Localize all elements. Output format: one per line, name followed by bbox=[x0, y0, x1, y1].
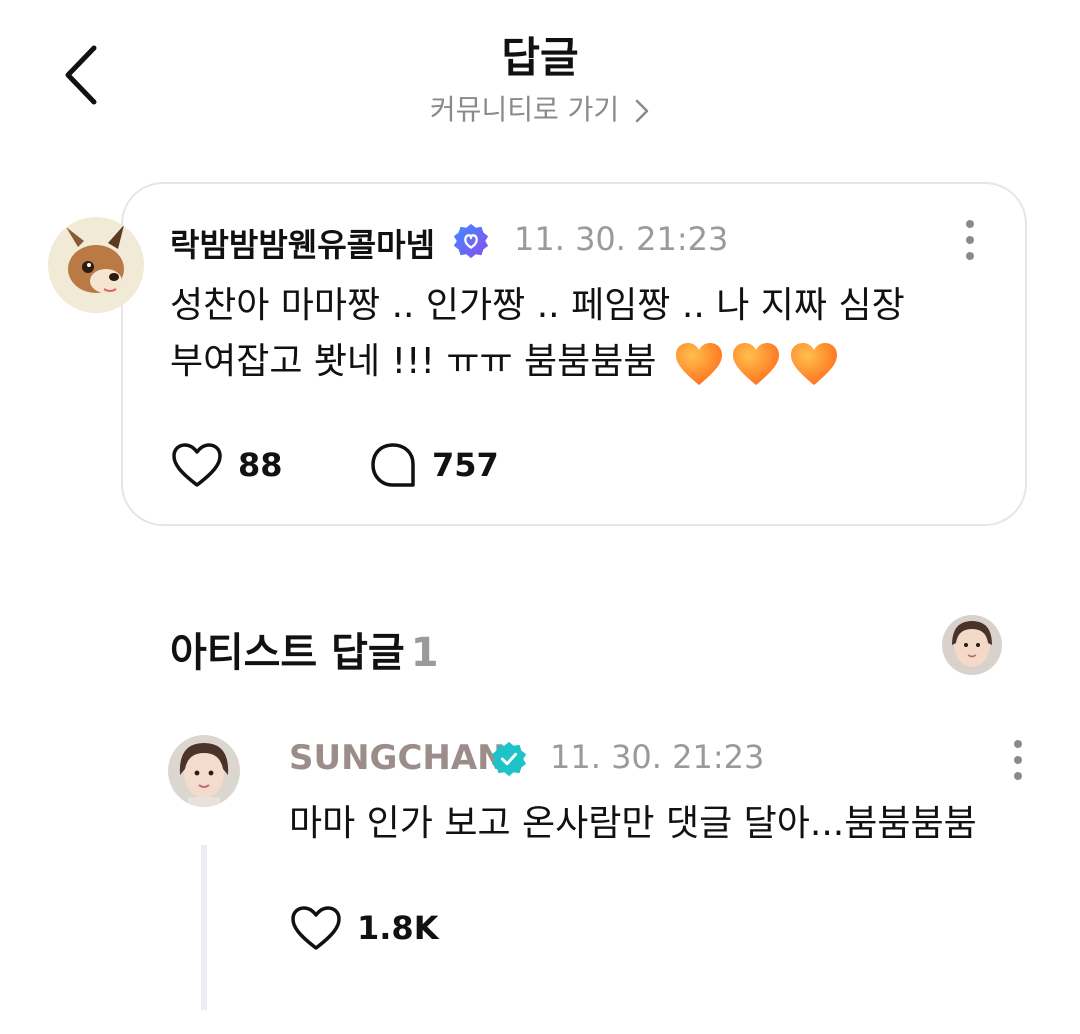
post-like-button[interactable]: 88 bbox=[170, 440, 283, 490]
go-to-community-link[interactable]: 커뮤니티로 가기 bbox=[0, 88, 1080, 128]
heart-emoji bbox=[675, 343, 722, 385]
post-more-options-button[interactable] bbox=[960, 218, 980, 262]
thread-line bbox=[201, 845, 207, 1010]
reply-author-avatar[interactable] bbox=[168, 735, 240, 807]
chevron-right-icon bbox=[635, 99, 649, 123]
artist-photo-image bbox=[168, 735, 240, 807]
reply-author-name[interactable]: SUNGCHAN bbox=[289, 738, 506, 778]
post-like-count: 88 bbox=[238, 446, 283, 484]
post-body-line-1: 성찬아 마마짱 .. 인가짱 .. 페임짱 .. 나 지짜 심장 bbox=[170, 285, 905, 326]
verified-badge-icon bbox=[453, 223, 489, 259]
reply-like-count: 1.8K bbox=[357, 909, 439, 947]
orange-hearts-emoji: 🧡🧡🧡 bbox=[674, 335, 837, 391]
reply-like-button[interactable]: 1.8K bbox=[289, 903, 438, 953]
artist-replies-heading: 아티스트 답글 1 bbox=[170, 620, 439, 678]
fawn-avatar-image bbox=[48, 217, 144, 313]
reply-more-options-button[interactable] bbox=[1008, 738, 1028, 782]
heart-emoji bbox=[790, 343, 837, 385]
post-body-line-2: 부여잡고 봣네 !!! ㅠㅠ 붐붐붐붐 🧡🧡🧡 bbox=[170, 334, 990, 391]
post-author-avatar[interactable] bbox=[48, 217, 144, 313]
artist-photo-image bbox=[942, 615, 1002, 675]
community-link-label: 커뮤니티로 가기 bbox=[429, 93, 620, 126]
artist-avatar-small[interactable] bbox=[942, 615, 1002, 675]
page-title: 답글 bbox=[501, 33, 579, 82]
artist-replies-count: 1 bbox=[410, 630, 439, 676]
post-timestamp: 11. 30. 21:23 bbox=[514, 220, 729, 258]
post-reply-button[interactable]: 757 bbox=[368, 440, 499, 490]
speech-bubble-icon bbox=[371, 443, 415, 487]
post-body: 성찬아 마마짱 .. 인가짱 .. 페임짱 .. 나 지짜 심장 부여잡고 봣네… bbox=[170, 278, 990, 391]
reply-body: 마마 인가 보고 온사람만 댓글 달아...붐붐붐붐 bbox=[289, 803, 977, 844]
more-vertical-icon bbox=[966, 220, 974, 260]
post-author-name[interactable]: 락밤밤밤웬유콜마넴 bbox=[170, 220, 435, 266]
heart-outline-icon bbox=[172, 443, 222, 487]
heart-outline-icon bbox=[291, 906, 341, 950]
more-vertical-icon bbox=[1014, 740, 1022, 780]
verified-badge-icon bbox=[491, 741, 527, 777]
top-bar: 답글 커뮤니티로 가기 bbox=[0, 0, 1080, 140]
artist-replies-label: 아티스트 답글 bbox=[170, 630, 405, 676]
post-body-text: 부여잡고 봣네 !!! ㅠㅠ 붐붐붐붐 bbox=[170, 341, 657, 382]
post-reply-count: 757 bbox=[432, 446, 499, 484]
orange-hearts-text: 🧡🧡🧡 bbox=[674, 335, 675, 336]
reply-timestamp: 11. 30. 21:23 bbox=[550, 738, 765, 776]
heart-emoji bbox=[733, 343, 780, 385]
